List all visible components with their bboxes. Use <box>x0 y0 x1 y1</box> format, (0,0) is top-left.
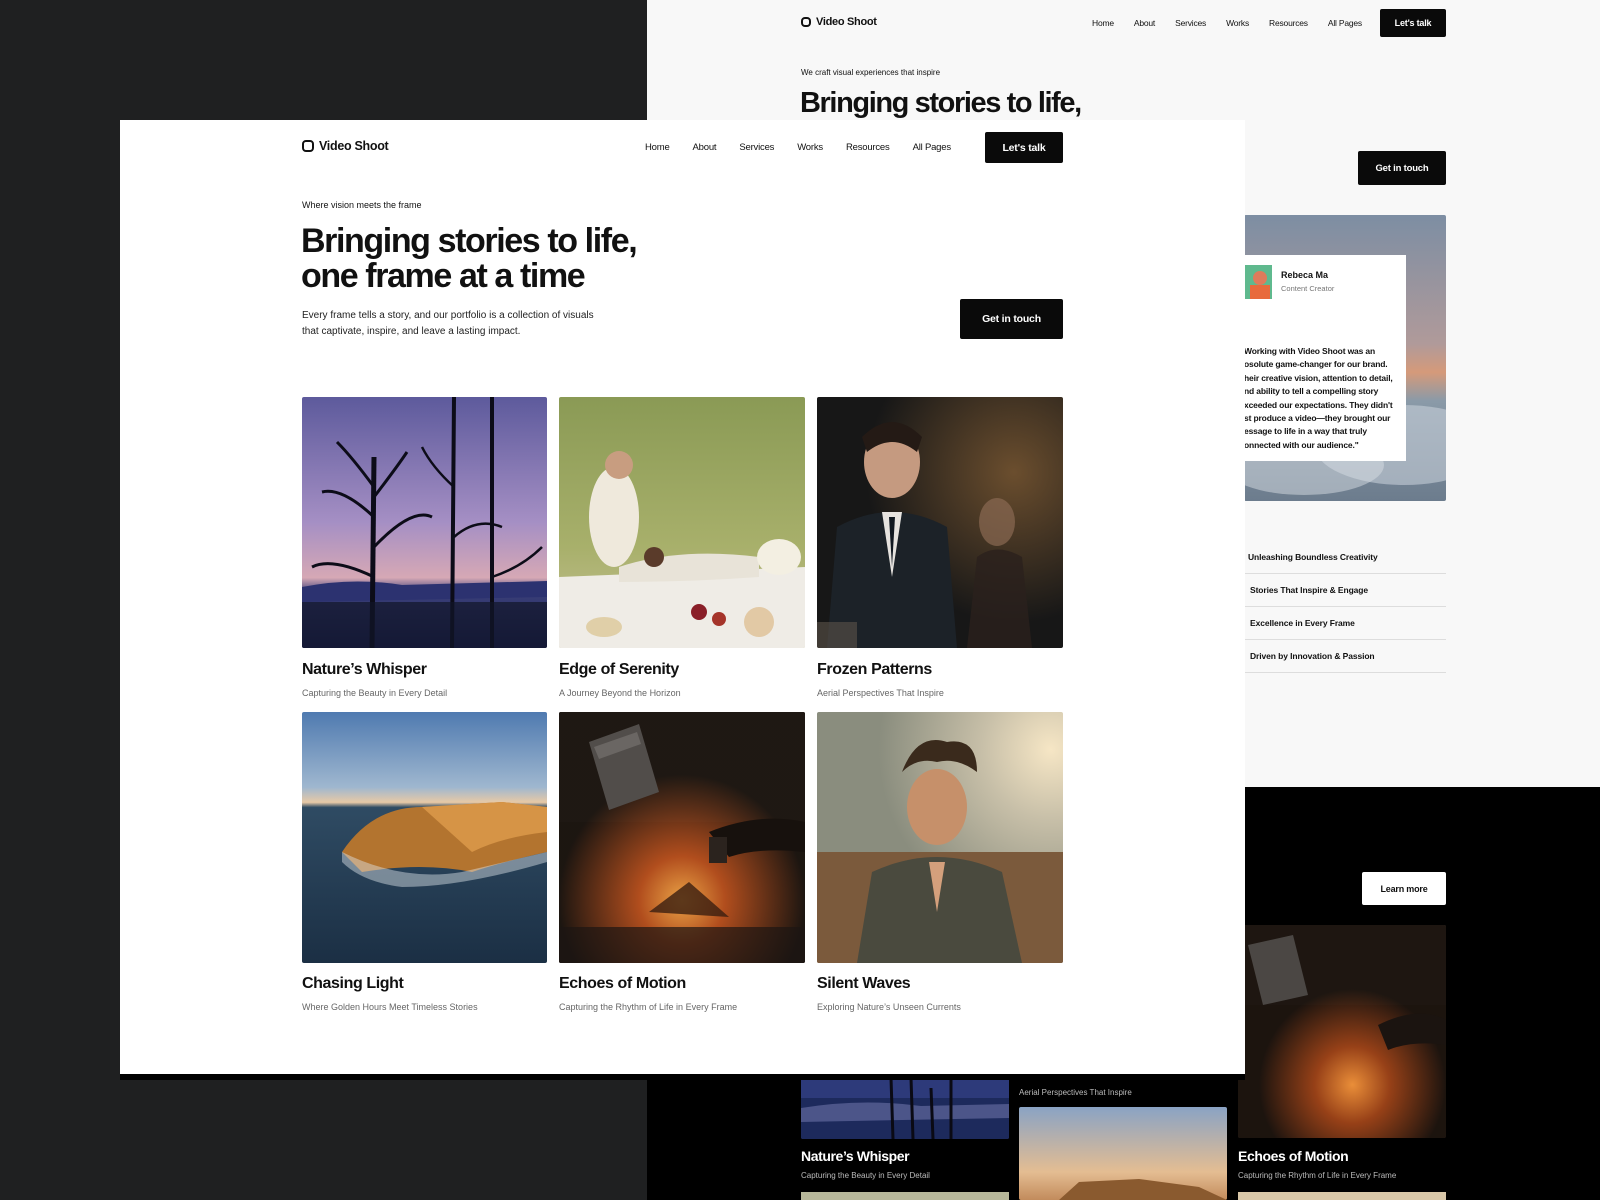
back-nav-home[interactable]: Home <box>1092 18 1114 28</box>
back-card-image-echoes <box>1238 925 1446 1138</box>
back-card-image-chasing-light <box>1019 1107 1227 1200</box>
work-image-chasing-light[interactable] <box>302 712 547 963</box>
work-title[interactable]: Frozen Patterns <box>817 661 932 679</box>
work-image-natures-whisper[interactable] <box>302 397 547 648</box>
hero-headline-line2: one frame at a time <box>301 257 586 295</box>
feature-item: Unleashing Boundless Creativity <box>1244 541 1446 574</box>
logo-icon <box>302 140 314 152</box>
nav-about[interactable]: About <box>693 142 717 153</box>
testimonial-name: Rebeca Ma <box>1281 270 1329 280</box>
back-tagline: We craft visual experiences that inspire <box>801 68 941 77</box>
nav-all-pages[interactable]: All Pages <box>913 142 952 153</box>
back-nav-about[interactable]: About <box>1134 18 1155 28</box>
work-image-silent-waves[interactable] <box>817 712 1063 963</box>
front-logo-text: Video Shoot <box>319 139 389 153</box>
back-card-image-nature <box>801 1078 1009 1139</box>
front-logo[interactable]: Video Shoot <box>302 139 389 153</box>
feature-item: Stories That Inspire & Engage <box>1244 574 1446 607</box>
back-nav-works[interactable]: Works <box>1226 18 1249 28</box>
back-card-title: Nature’s Whisper <box>801 1148 910 1164</box>
lets-talk-button[interactable]: Let's talk <box>985 132 1063 163</box>
feature-item: Driven by Innovation & Passion <box>1244 640 1446 673</box>
testimonial-card: Rebeca Ma Content Creator Working with V… <box>1244 255 1406 461</box>
hero-headline: Bringing stories to life, one frame at a… <box>301 222 638 295</box>
back-logo-text: Video Shoot <box>816 16 877 28</box>
back-lets-talk-button[interactable]: Let's talk <box>1380 9 1446 37</box>
work-title[interactable]: Chasing Light <box>302 975 404 993</box>
nav-resources[interactable]: Resources <box>846 142 890 153</box>
back-card-subtitle: Capturing the Beauty in Every Detail <box>801 1171 930 1180</box>
hero-description: Every frame tells a story, and our portf… <box>302 310 594 337</box>
back-card-title: Echoes of Motion <box>1238 1148 1349 1164</box>
hero-headline-line1: Bringing stories to life, <box>301 222 638 260</box>
hero-tagline: Where vision meets the frame <box>302 200 422 210</box>
back-card-subtitle: Capturing the Rhythm of Life in Every Fr… <box>1238 1171 1397 1180</box>
nav-services[interactable]: Services <box>739 142 774 153</box>
work-image-edge-of-serenity[interactable] <box>559 397 805 648</box>
back-nav-services[interactable]: Services <box>1175 18 1206 28</box>
feature-item: Excellence in Every Frame <box>1244 607 1446 640</box>
back-card-image-next <box>1238 1192 1446 1200</box>
logo-icon <box>801 17 811 27</box>
work-image-echoes-of-motion[interactable] <box>559 712 805 963</box>
work-title[interactable]: Edge of Serenity <box>559 661 679 679</box>
work-subtitle: Aerial Perspectives That Inspire <box>817 688 944 698</box>
back-headline: Bringing stories to life, <box>800 87 1082 119</box>
nav-home[interactable]: Home <box>645 142 670 153</box>
avatar <box>1244 265 1272 299</box>
work-title[interactable]: Nature’s Whisper <box>302 661 427 679</box>
work-subtitle: Where Golden Hours Meet Timeless Stories <box>302 1002 478 1012</box>
learn-more-button[interactable]: Learn more <box>1362 872 1446 905</box>
work-subtitle: A Journey Beyond the Horizon <box>559 688 681 698</box>
back-nav-all-pages[interactable]: All Pages <box>1328 18 1362 28</box>
work-subtitle: Capturing the Rhythm of Life in Every Fr… <box>559 1002 738 1012</box>
work-title[interactable]: Echoes of Motion <box>559 975 686 993</box>
back-nav: Home About Services Works Resources All … <box>1092 18 1362 28</box>
testimonial-role: Content Creator <box>1281 284 1335 293</box>
work-subtitle: Capturing the Beauty in Every Detail <box>302 688 448 698</box>
back-logo[interactable]: Video Shoot <box>801 16 877 28</box>
back-get-in-touch-button[interactable]: Get in touch <box>1358 151 1446 185</box>
work-title[interactable]: Silent Waves <box>817 975 911 993</box>
nav-works[interactable]: Works <box>797 142 823 153</box>
back-nav-resources[interactable]: Resources <box>1269 18 1308 28</box>
front-nav: Home About Services Works Resources All … <box>645 142 951 153</box>
testimonial-quote: Working with Video Shoot was an osolute … <box>1244 346 1393 450</box>
back-card-image-next <box>801 1192 1009 1200</box>
get-in-touch-button[interactable]: Get in touch <box>960 299 1063 339</box>
back-card-subtitle: Aerial Perspectives That Inspire <box>1019 1088 1132 1097</box>
work-subtitle: Exploring Nature’s Unseen Currents <box>817 1002 961 1012</box>
work-image-frozen-patterns[interactable] <box>817 397 1063 648</box>
